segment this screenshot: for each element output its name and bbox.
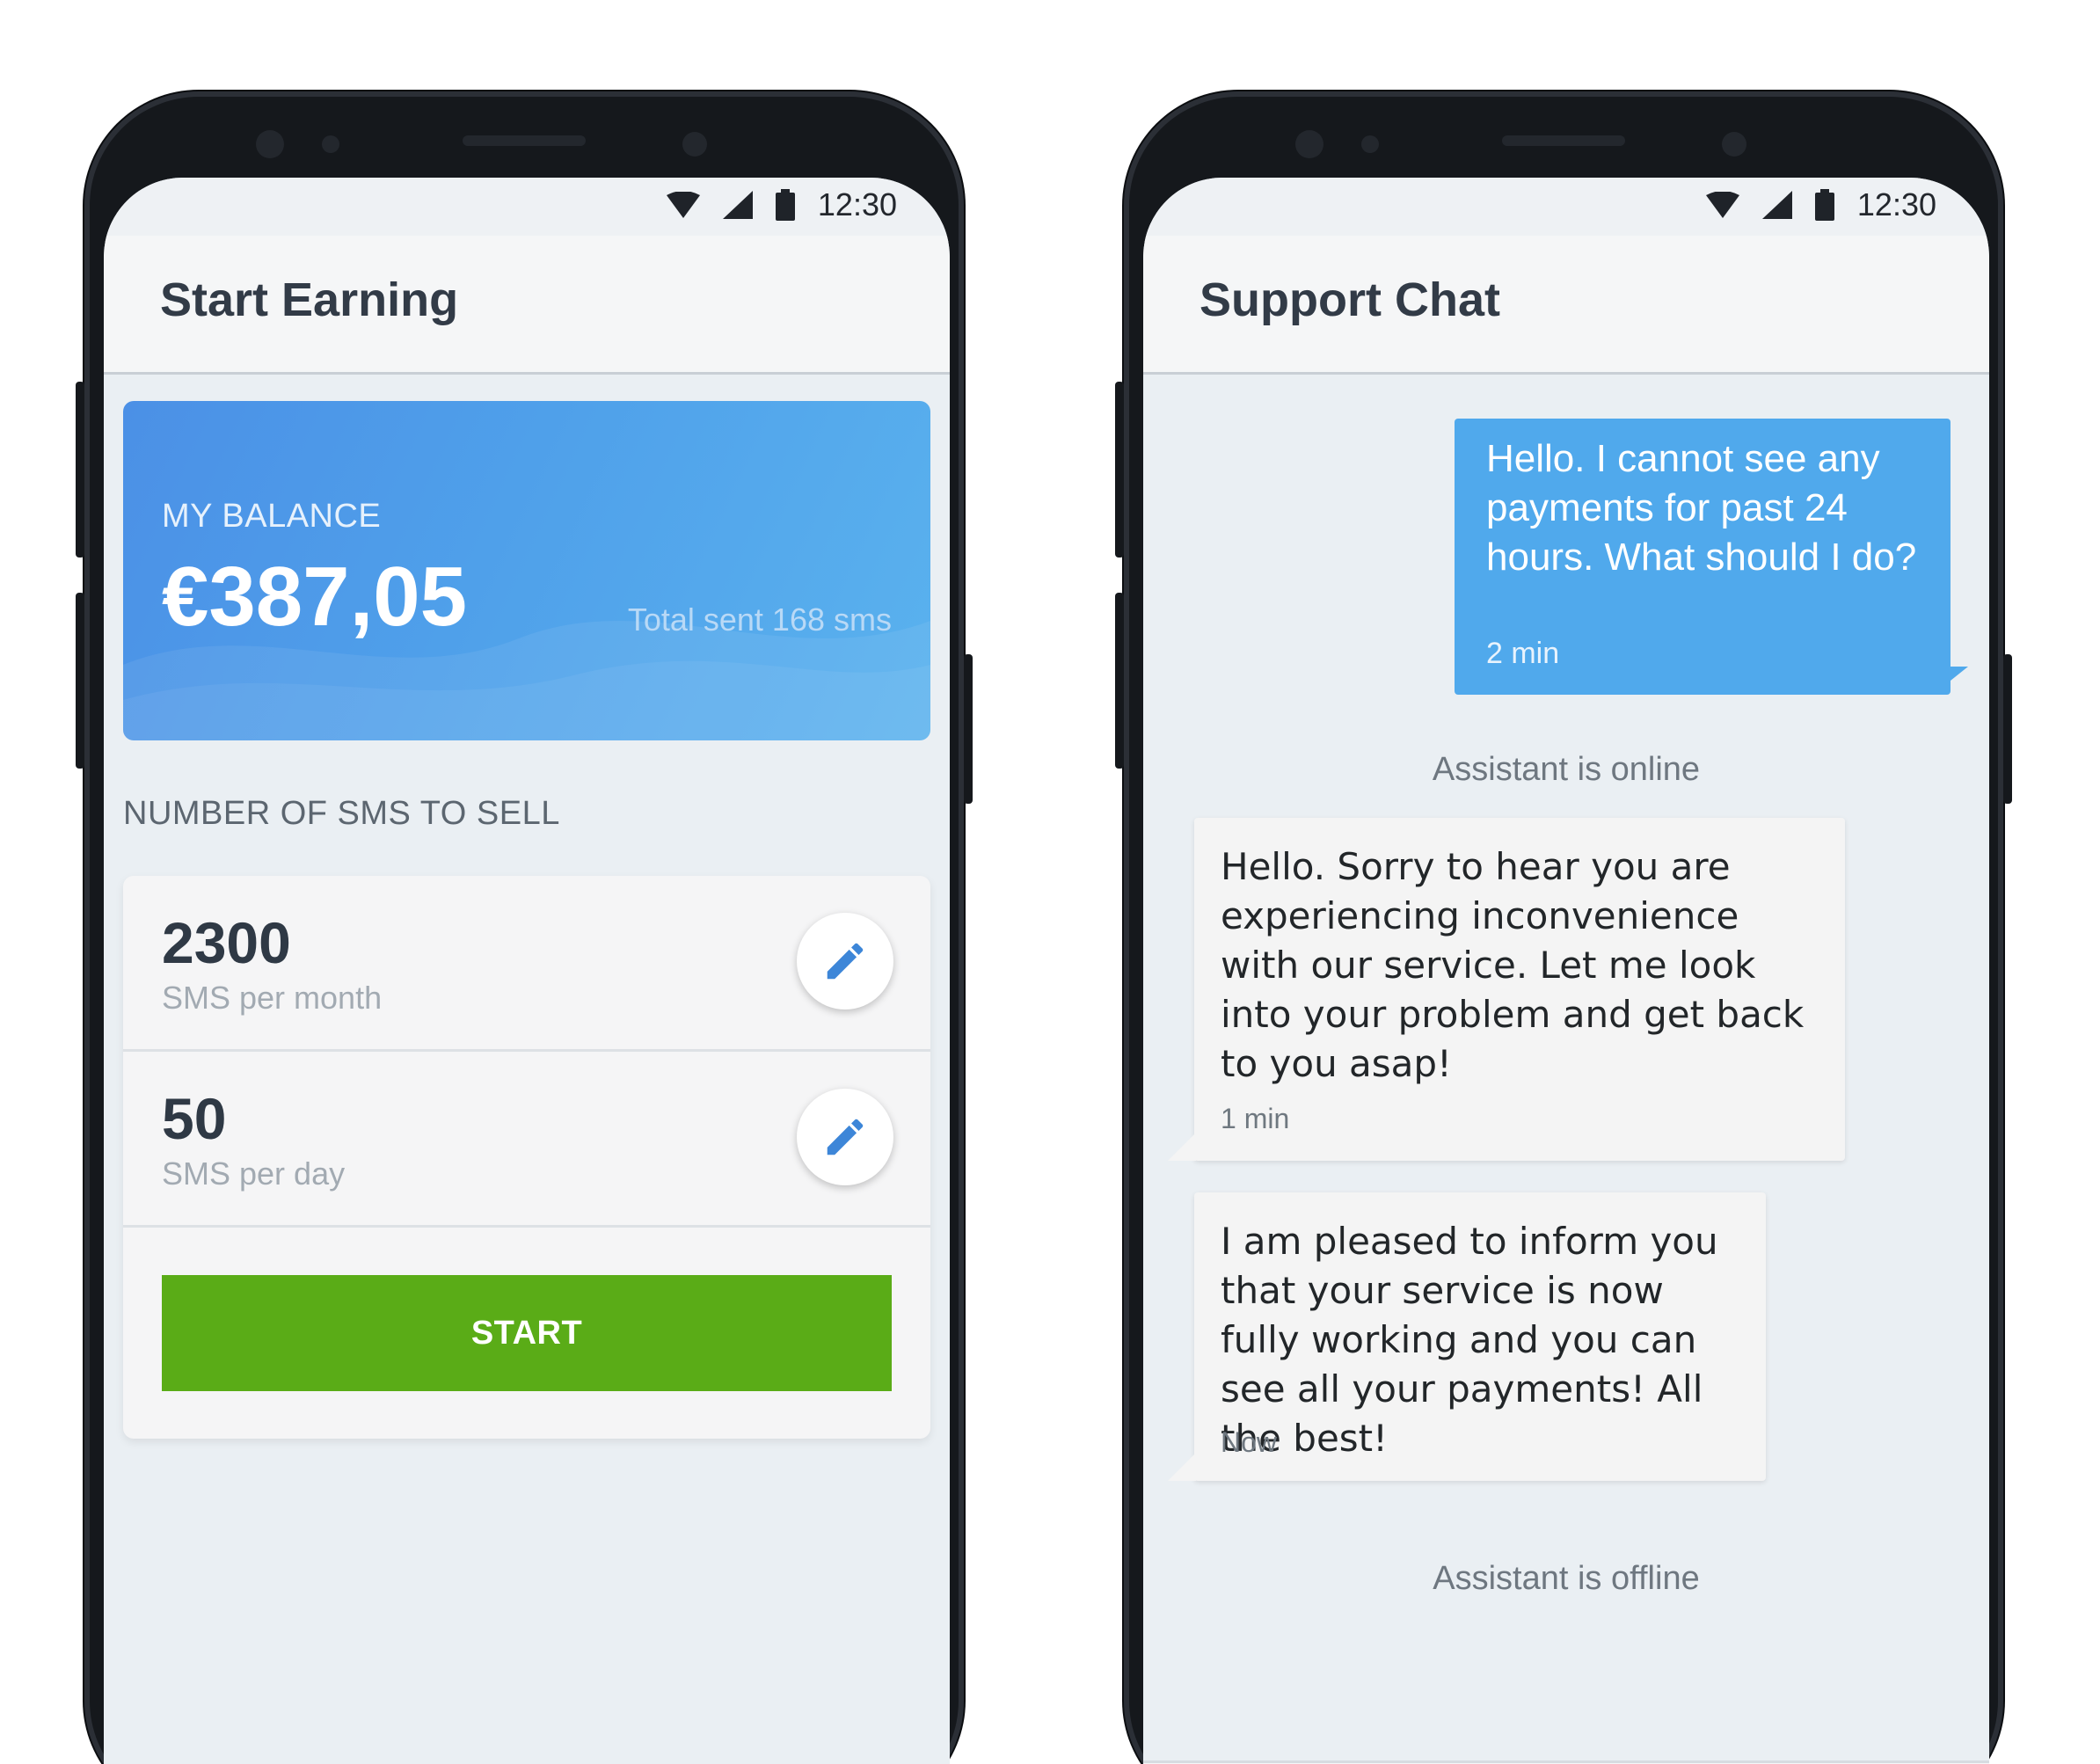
power-button bbox=[964, 654, 973, 804]
wifi-icon bbox=[1705, 192, 1739, 218]
app-bar: Support Chat bbox=[1143, 236, 1989, 375]
section-title: NUMBER OF SMS TO SELL bbox=[123, 795, 560, 832]
incoming-message: Hello. Sorry to hear you are experiencin… bbox=[1194, 818, 1845, 1161]
phone-frame-chat: 12:30 Support Chat Hello. I cannot see a… bbox=[1115, 91, 2012, 1764]
battery-icon bbox=[775, 189, 795, 221]
iris-scanner bbox=[682, 132, 707, 157]
status-bar: 12:30 bbox=[1143, 178, 1989, 236]
app-bar: Start Earning bbox=[104, 236, 950, 375]
volume-button bbox=[76, 382, 84, 558]
message-text: Hello. Sorry to hear you are experiencin… bbox=[1221, 845, 1805, 1085]
iris-scanner bbox=[1722, 132, 1746, 157]
volume-button bbox=[1115, 382, 1124, 558]
front-camera bbox=[1295, 130, 1323, 158]
balance-card: MY BALANCE €387,05 Total sent 168 sms bbox=[123, 401, 930, 740]
signal-icon bbox=[1761, 191, 1792, 219]
sms-day-value: 50 bbox=[162, 1086, 227, 1151]
message-text: Hello. I cannot see any payments for pas… bbox=[1486, 437, 1917, 579]
outgoing-message: Hello. I cannot see any payments for pas… bbox=[1455, 419, 1951, 695]
sms-per-month-row: 2300 SMS per month bbox=[123, 876, 930, 1052]
signal-icon bbox=[722, 191, 753, 219]
wifi-icon bbox=[666, 192, 700, 218]
chat-screen: 12:30 Support Chat Hello. I cannot see a… bbox=[1143, 178, 1989, 1764]
sms-day-unit: SMS per day bbox=[162, 1155, 346, 1192]
status-time: 12:30 bbox=[817, 186, 897, 222]
page-title: Start Earning bbox=[160, 273, 459, 326]
power-button bbox=[2003, 654, 2012, 804]
status-offline-text: Assistant is offline bbox=[1433, 1560, 1700, 1597]
message-composer bbox=[1143, 1760, 1989, 1764]
message-time: Now bbox=[1221, 1426, 1278, 1458]
incoming-bubble-tail bbox=[1168, 1453, 1196, 1481]
page-title: Support Chat bbox=[1199, 273, 1500, 326]
message-time: 2 min bbox=[1486, 637, 1560, 670]
battery-icon bbox=[1814, 189, 1834, 221]
front-camera bbox=[256, 130, 284, 158]
pencil-icon bbox=[827, 1119, 864, 1155]
total-sent-text: Total sent 168 sms bbox=[627, 601, 892, 638]
proximity-sensor bbox=[322, 135, 339, 153]
sms-month-value: 2300 bbox=[162, 910, 291, 975]
balance-amount: €387,05 bbox=[162, 550, 468, 644]
edit-sms-month-button[interactable] bbox=[797, 913, 893, 1010]
status-online-text: Assistant is online bbox=[1432, 751, 1701, 788]
sms-per-day-row: 50 SMS per day bbox=[123, 1052, 930, 1228]
incoming-message: I am pleased to inform you that your ser… bbox=[1194, 1192, 1766, 1481]
proximity-sensor bbox=[1361, 135, 1379, 153]
bixby-button bbox=[1115, 593, 1124, 769]
status-time: 12:30 bbox=[1856, 186, 1936, 222]
message-text: I am pleased to inform you that your ser… bbox=[1221, 1220, 1718, 1460]
phone-frame-earning: 12:30 Start Earning MY BALANCE €387,05 T… bbox=[76, 91, 973, 1764]
start-button[interactable]: START bbox=[162, 1275, 892, 1391]
sms-month-unit: SMS per month bbox=[162, 980, 383, 1016]
earpiece bbox=[1502, 135, 1625, 146]
pencil-icon bbox=[827, 943, 864, 980]
balance-label: MY BALANCE bbox=[162, 498, 382, 535]
message-time: 1 min bbox=[1221, 1103, 1290, 1134]
edit-sms-day-button[interactable] bbox=[797, 1089, 893, 1185]
earning-screen: 12:30 Start Earning MY BALANCE €387,05 T… bbox=[104, 178, 950, 1764]
incoming-bubble-tail bbox=[1168, 1133, 1196, 1161]
outgoing-bubble-tail bbox=[1933, 667, 1968, 695]
status-bar: 12:30 bbox=[104, 178, 950, 236]
bixby-button bbox=[76, 593, 84, 769]
earpiece bbox=[463, 135, 586, 146]
sms-settings-card: 2300 SMS per month 50 SMS per day START bbox=[123, 876, 930, 1439]
